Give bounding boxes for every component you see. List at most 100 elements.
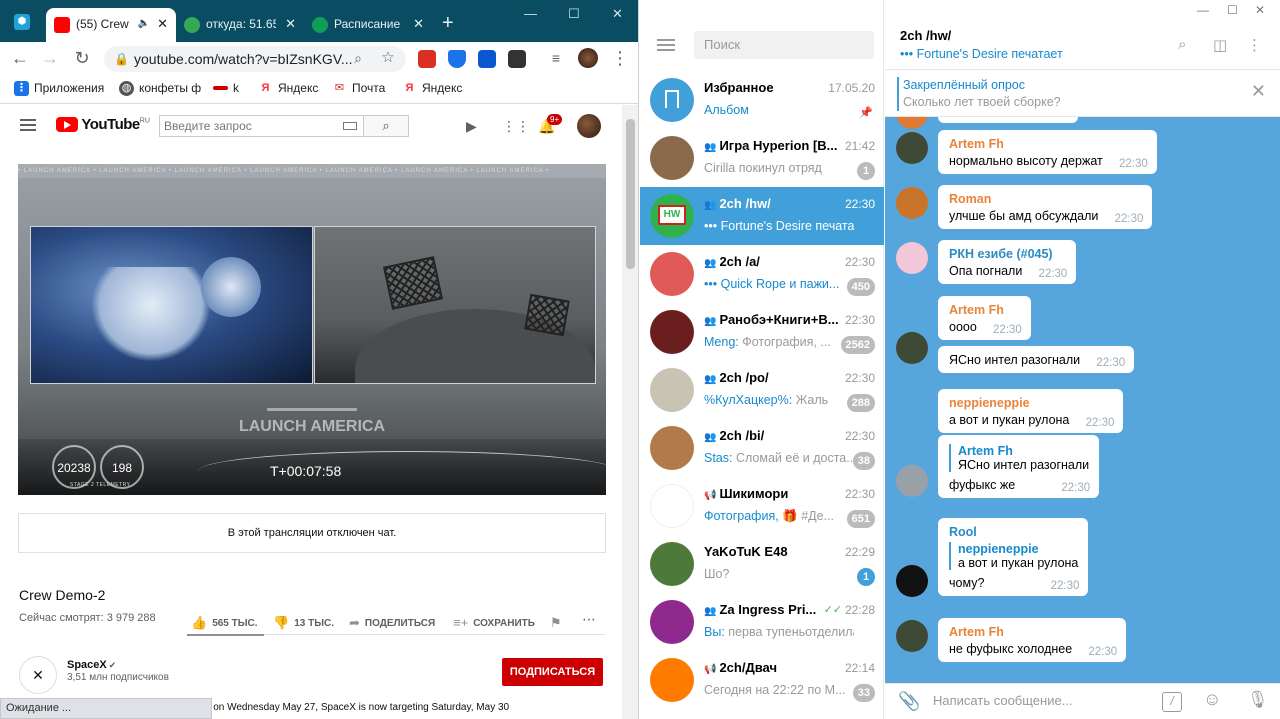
chat-item[interactable]: 👥 Za Ingress Pri... 22:28 ✓✓ Вы: перва тупен… — [640, 593, 884, 651]
message-bubble[interactable]: ЯСно интел разогнали 22:30 — [938, 346, 1135, 373]
chat-item[interactable]: 👥 2ch /a/22:30 ••• Quick Rope и пажи... 450 — [640, 245, 884, 303]
close-tab-icon[interactable]: ✕ — [285, 8, 296, 40]
create-video-icon[interactable]: ▶ — [466, 118, 477, 135]
attach-icon[interactable]: 📎 — [898, 691, 920, 712]
translate-extension-icon[interactable] — [478, 50, 496, 68]
close-window-icon[interactable]: ✕ — [612, 6, 623, 22]
star-icon[interactable]: ☆ — [378, 48, 398, 68]
save-button[interactable]: ≡+ СОХРАНИТЬ — [453, 615, 535, 630]
message-author[interactable]: Artem Fh — [949, 625, 1116, 639]
message-author[interactable]: Artem Fh — [949, 303, 1021, 317]
back-icon[interactable]: ← — [10, 48, 30, 68]
bookmark-candy[interactable]: ◍ конфеты ф — [119, 81, 201, 96]
maximize-icon[interactable]: ☐ — [1227, 3, 1238, 17]
shield-extension-icon[interactable] — [448, 50, 466, 68]
scrollbar-thumb[interactable] — [626, 119, 635, 269]
app-icon[interactable]: ⬢ — [14, 14, 30, 30]
bookmark-yandex-2[interactable]: Я Яндекс — [402, 81, 463, 95]
keyboard-icon[interactable] — [343, 122, 357, 130]
close-tab-icon[interactable]: ✕ — [157, 8, 168, 40]
speaker-icon[interactable]: 🔈 — [138, 8, 150, 40]
message-author[interactable]: neppieneppie — [949, 396, 1113, 410]
new-tab-button[interactable]: + — [442, 12, 454, 34]
chat-item[interactable]: 👥 2ch /po/22:30 %КулХацкер%: Жаль 288 — [640, 361, 884, 419]
like-button[interactable]: 👍 565 ТЫС. — [191, 615, 258, 631]
media-control-icon[interactable]: ≡ — [546, 48, 566, 68]
avatar[interactable] — [577, 114, 601, 138]
bookmark-yandex[interactable]: Я Яндекс — [258, 81, 319, 95]
maximize-icon[interactable]: ☐ — [568, 6, 580, 22]
avatar[interactable] — [896, 565, 928, 597]
video-player[interactable]: • LAUNCH AMERICA • LAUNCH AMERICA • LAUN… — [18, 164, 606, 495]
close-pinned-icon[interactable]: ✕ — [1251, 81, 1266, 102]
forward-icon[interactable]: → — [40, 48, 60, 68]
message-bubble[interactable]: РКН езибе (#045) Опа погнали 22:30 — [938, 240, 1077, 284]
reply-quote[interactable]: Artem Fh ЯСно интел разогнали — [949, 444, 1089, 472]
close-tab-icon[interactable]: ✕ — [413, 8, 424, 40]
avatar[interactable] — [896, 187, 928, 219]
tab-youtube[interactable]: (55) Crew 🔈 ✕ — [46, 8, 176, 42]
avatar[interactable] — [896, 242, 928, 274]
chat-item[interactable]: 👥 Ранобэ+Книги+В... 22:30 Meng: Фотография,… — [640, 303, 884, 361]
pinned-message[interactable]: Закреплённый опрос Сколько лет твоей сбо… — [885, 71, 1280, 117]
message-bubble[interactable]: Artem Fh не фуфыкс холоднее 22:30 — [938, 618, 1127, 662]
more-actions-icon[interactable]: ⋯ — [582, 611, 596, 628]
youtube-logo[interactable]: YouTubeRU — [56, 116, 150, 134]
guide-menu-icon[interactable] — [20, 119, 36, 131]
chat-item[interactable]: 👥 Игра Hyperion [В... 21:42 Cirilla покинул… — [640, 129, 884, 187]
report-button[interactable]: ⚑ — [550, 615, 567, 631]
channel-name[interactable]: SpaceX ✔ — [67, 659, 116, 671]
dislike-button[interactable]: 👎 13 ТЫС. — [273, 615, 334, 631]
tab-schedule[interactable]: Расписание ✕ — [304, 8, 432, 42]
search-button[interactable]: ⌕ — [364, 115, 409, 137]
message-bubble[interactable]: Artem Fh ЯСно интел разогнали фуфыкс же 22:… — [938, 435, 1100, 498]
subscribe-button[interactable]: ПОДПИСАТЬСЯ — [502, 658, 603, 686]
emoji-icon[interactable]: ☺ — [1203, 689, 1221, 710]
message-bubble[interactable]: neppieneppie а вот и пукан рулона 22:30 — [938, 389, 1124, 433]
message-bubble[interactable]: Rool neppieneppie а вот и пукан рулона чому… — [938, 518, 1089, 596]
adblock-extension-icon[interactable] — [418, 50, 436, 68]
message-author[interactable]: Rool — [949, 525, 1078, 539]
bookmark-mail[interactable]: ✉ Почта — [332, 81, 385, 95]
message-input[interactable]: Написать сообщение... — [933, 693, 1073, 708]
avatar[interactable] — [896, 132, 928, 164]
search-input[interactable]: Введите запрос — [159, 115, 364, 137]
search-icon[interactable]: ⌕ — [348, 48, 368, 68]
message-author[interactable]: Roman — [949, 192, 1142, 206]
message-bubble[interactable]: Roman улчше бы амд обсуждали 22:30 — [938, 185, 1153, 229]
bookmark-apps[interactable]: ⋮ Приложения — [14, 81, 104, 96]
sidebar-toggle-icon[interactable]: ◫ — [1213, 36, 1227, 54]
chat-item[interactable]: 👥 2ch /bi/22:30 Stas: Сломай её и доста...… — [640, 419, 884, 477]
avatar[interactable] — [896, 465, 928, 497]
chat-title[interactable]: 2ch /hw/ — [900, 28, 951, 43]
avatar[interactable] — [896, 332, 928, 364]
share-button[interactable]: ➦ ПОДЕЛИТЬСЯ — [349, 615, 435, 631]
more-options-icon[interactable]: ⋮ — [1247, 36, 1262, 54]
bookmark-k[interactable]: k — [213, 81, 239, 95]
message-author[interactable]: Artem Fh — [949, 137, 1147, 151]
minimize-icon[interactable]: — — [1197, 3, 1209, 17]
bot-commands-icon[interactable]: / — [1162, 692, 1182, 712]
search-icon[interactable]: ⌕ — [1178, 36, 1186, 53]
chat-item[interactable]: HW 👥 2ch /hw/22:30 ••• Fortune's Desire печ… — [640, 187, 884, 245]
tab-maps[interactable]: откуда: 51.65 ✕ — [176, 8, 304, 42]
search-input[interactable]: Поиск — [694, 31, 874, 59]
reload-icon[interactable]: ↻ — [72, 48, 92, 68]
page-scrollbar[interactable] — [622, 105, 638, 719]
main-menu-icon[interactable] — [657, 39, 675, 51]
close-window-icon[interactable]: ✕ — [1255, 3, 1265, 17]
menu-kebab-icon[interactable]: ⋮ — [610, 48, 630, 68]
message-author[interactable]: РКН езибе (#045) — [949, 247, 1066, 261]
chat-item[interactable]: 📢 Шикимори 22:30 Фотография, 🎁 #Де... 651 — [640, 477, 884, 535]
chat-item[interactable]: 📢 2ch/Двач 22:14 Сегодня на 22:22 по М... 33 — [640, 651, 884, 709]
extension-icon[interactable] — [508, 50, 526, 68]
avatar[interactable] — [896, 620, 928, 652]
microphone-icon[interactable]: 🎙 — [1247, 690, 1269, 710]
message-bubble[interactable]: Artem Fh оооо 22:30 — [938, 296, 1031, 340]
apps-grid-icon[interactable]: ⋮⋮ — [502, 118, 530, 135]
profile-avatar[interactable] — [578, 48, 598, 68]
chat-item[interactable]: Избранное 17.05.20 Альбом 📌 — [640, 71, 884, 129]
channel-avatar[interactable]: ✕ — [19, 656, 57, 694]
reply-quote[interactable]: neppieneppie а вот и пукан рулона — [949, 542, 1078, 570]
minimize-icon[interactable]: — — [524, 6, 537, 21]
